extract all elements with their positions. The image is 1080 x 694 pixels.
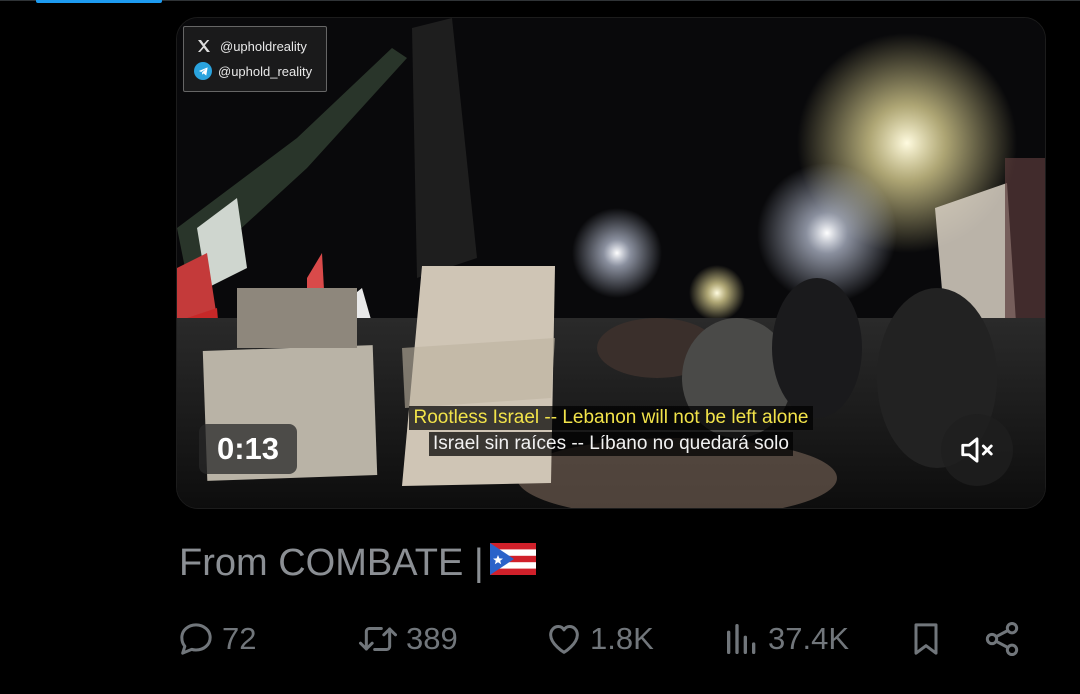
views-count: 37.4K xyxy=(768,621,850,656)
speaker-muted-icon xyxy=(961,437,993,463)
heart-icon xyxy=(549,625,579,654)
watermark-x-row: @upholdreality xyxy=(194,35,307,57)
views-chart-icon xyxy=(727,624,756,654)
share-button[interactable] xyxy=(982,612,1022,666)
subtitle-english: Rootless Israel -- Lebanon will not be l… xyxy=(177,406,1045,430)
share-icon xyxy=(985,622,1019,656)
reply-icon xyxy=(180,623,212,655)
bookmark-button[interactable] xyxy=(906,612,946,666)
active-tab-indicator xyxy=(36,0,162,3)
mute-button[interactable] xyxy=(941,414,1013,486)
subtitle-spanish: Israel sin raíces -- Líbano no quedará s… xyxy=(177,432,1045,456)
bookmark-icon xyxy=(914,623,938,655)
video-player[interactable]: @upholdreality @uphold_reality Rootless … xyxy=(176,17,1046,509)
like-count: 1.8K xyxy=(590,621,654,656)
video-duration: 0:13 xyxy=(199,424,297,474)
telegram-icon xyxy=(194,62,212,80)
watermark-x-handle: @upholdreality xyxy=(220,38,307,54)
tweet-actions: 72 389 1.8K 37.4K xyxy=(176,612,1036,666)
like-button[interactable]: 1.8K xyxy=(544,612,654,666)
repost-icon xyxy=(359,627,397,651)
caption-text: From COMBATE | xyxy=(179,541,484,584)
x-logo-icon xyxy=(194,36,214,56)
watermark-telegram-handle: @uphold_reality xyxy=(218,63,313,79)
reply-count: 72 xyxy=(222,621,257,656)
reply-button[interactable]: 72 xyxy=(176,612,256,666)
tweet-caption: From COMBATE | xyxy=(179,540,536,586)
repost-button[interactable]: 389 xyxy=(356,612,458,666)
puerto-rico-flag-icon xyxy=(489,542,536,585)
views-button[interactable]: 37.4K xyxy=(722,612,849,666)
watermark-box: @upholdreality @uphold_reality xyxy=(183,26,327,92)
top-divider xyxy=(0,0,1080,1)
repost-count: 389 xyxy=(406,621,458,656)
watermark-telegram-row: @uphold_reality xyxy=(194,60,312,82)
